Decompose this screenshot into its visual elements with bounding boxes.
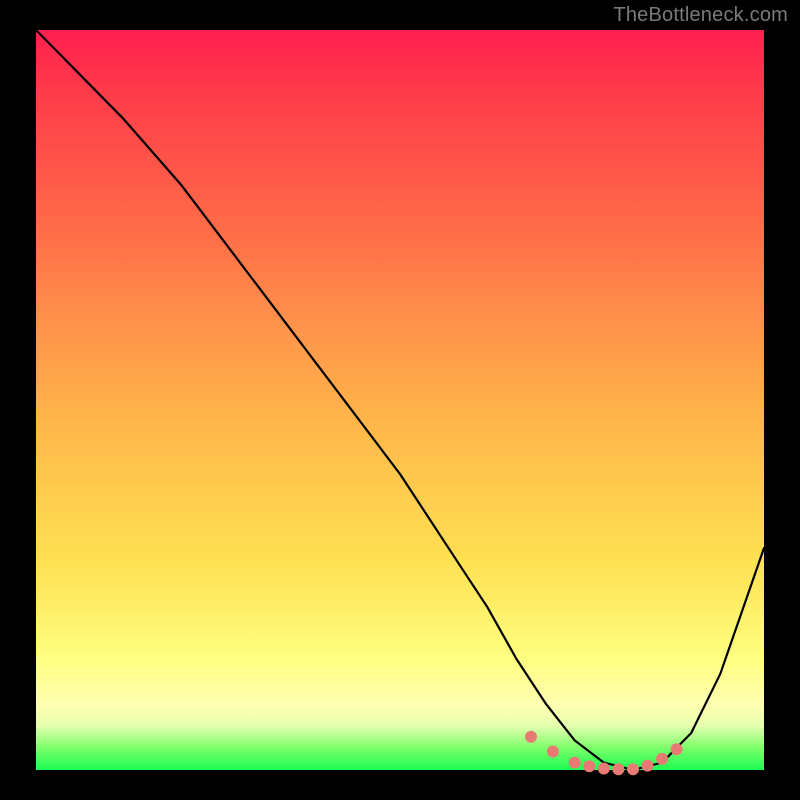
optimal-range-marker (598, 763, 610, 775)
optimal-range-marker (642, 760, 654, 772)
bottleneck-curve (36, 30, 764, 770)
curve-svg (36, 30, 764, 770)
optimal-range-marker (569, 757, 581, 769)
optimal-range-marker (583, 760, 595, 772)
optimal-range-markers (525, 731, 683, 776)
plot-area (36, 30, 764, 770)
optimal-range-marker (547, 746, 559, 758)
optimal-range-marker (656, 753, 668, 765)
optimal-range-marker (525, 731, 537, 743)
optimal-range-marker (627, 763, 639, 775)
watermark-text: TheBottleneck.com (613, 4, 788, 27)
chart-frame: TheBottleneck.com (0, 0, 800, 800)
optimal-range-marker (671, 743, 683, 755)
optimal-range-marker (612, 763, 624, 775)
